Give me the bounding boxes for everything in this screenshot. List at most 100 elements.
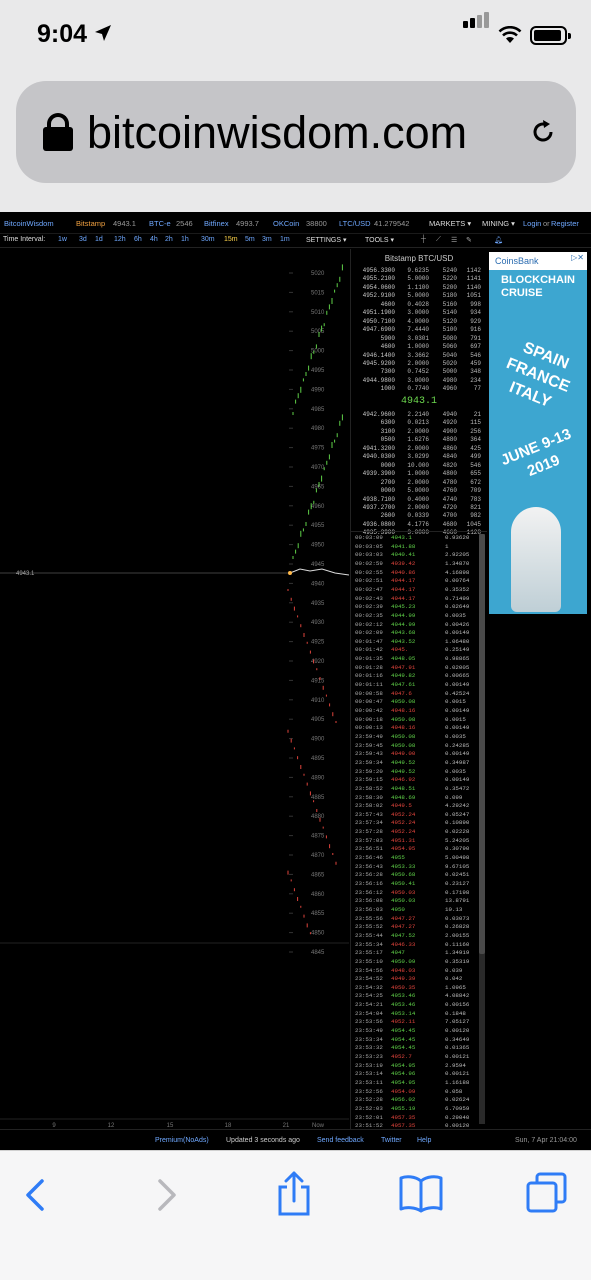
interval-6h[interactable]: 6h	[134, 236, 142, 243]
interval-12h[interactable]: 12h	[114, 236, 126, 243]
feedback-link[interactable]: Send feedback	[317, 1137, 364, 1144]
interval-5m[interactable]: 5m	[245, 236, 255, 243]
line-tool-icon[interactable]: ⟋	[436, 236, 441, 244]
trades-scrollbar-thumb[interactable]	[479, 534, 485, 954]
trade-amount: 0.00149	[445, 724, 470, 732]
y-tick-label: 4890	[311, 775, 325, 781]
exchange-ltcusd[interactable]: LTC/USD	[339, 219, 371, 228]
depth-price: 5240	[442, 267, 457, 274]
trade-row: 00:01:47 4943.52 1.06480	[351, 638, 481, 647]
trade-time: 23:56:28	[355, 871, 383, 879]
order-amount: 5.0000	[407, 292, 429, 300]
trade-amount: 0.058	[445, 1087, 463, 1095]
alert-bell-icon[interactable]: 🔔︎	[494, 236, 503, 244]
trade-amount: 0.02624	[445, 1096, 470, 1104]
trade-row: 23:53:11 4954.95 1.16188	[351, 1079, 481, 1088]
trade-history[interactable]: 00:03:09 4943.1 0.93620 00:03:05 4941.88 1 00:…	[351, 531, 487, 1129]
crosshair-icon[interactable]: ┼	[421, 236, 426, 243]
interval-4h[interactable]: 4h	[150, 236, 158, 243]
ad-dates: JUNE 9-13 2019	[498, 425, 574, 480]
exchange-bitstamp[interactable]: Bitstamp	[76, 219, 105, 228]
back-icon[interactable]	[24, 1179, 46, 1211]
depth-sum: 546	[470, 351, 481, 359]
interval-1d[interactable]: 1d	[95, 236, 103, 243]
bookmarks-icon[interactable]	[398, 1173, 444, 1213]
trade-price: 4949.39	[391, 975, 416, 983]
exchange-btce-price: 2546	[176, 219, 193, 228]
trade-row: 23:52:56 4954.09 0.058	[351, 1088, 481, 1097]
trade-amount: 13.8791	[445, 897, 470, 905]
bid-row: 4941.3200 2.0000 4860 425	[351, 445, 487, 453]
order-amount: 1.1100	[407, 283, 429, 291]
depth-sum: 459	[470, 359, 481, 367]
pen-tool-icon[interactable]: ✎	[466, 236, 472, 244]
interval-15m[interactable]: 15m	[224, 236, 238, 243]
interval-1m[interactable]: 1m	[280, 236, 290, 243]
trade-price: 4951.31	[391, 836, 416, 844]
trade-amount: 1.06480	[445, 637, 470, 645]
exchange-okcoin[interactable]: OKCoin	[273, 219, 299, 228]
y-tick-label: 4865	[311, 872, 325, 878]
share-icon[interactable]	[276, 1171, 312, 1217]
trade-amount: 4.08842	[445, 992, 470, 1000]
ask-row: 1000 0.7740 4960 77	[351, 385, 487, 393]
interval-30m[interactable]: 30m	[201, 236, 215, 243]
trade-row: 23:54:52 4949.39 0.042	[351, 975, 481, 984]
order-price: 4955.2100	[362, 275, 395, 283]
depth-sum: 916	[470, 326, 481, 334]
depth-price: 4680	[442, 520, 457, 528]
trade-row: 00:02:59 4939.42 1.34870	[351, 560, 481, 569]
interval-1h[interactable]: 1h	[181, 236, 189, 243]
trade-price: 4952.24	[391, 810, 416, 818]
or-text: or	[543, 219, 550, 228]
y-tick-label: 4875	[311, 834, 325, 840]
trade-row: 23:56:43 4953.33 9.67105	[351, 863, 481, 872]
tabs-icon[interactable]	[525, 1171, 569, 1215]
fib-tool-icon[interactable]: ☰	[451, 236, 457, 244]
trade-row: 00:00:13 4948.16 0.00149	[351, 724, 481, 733]
chart-canvas[interactable]: 5020 5015 5010 5005 5000 4995 4990 4985 4980 4975…	[0, 249, 349, 1129]
price-chart[interactable]: 5020 5015 5010 5005 5000 4995 4990 4985 4980 4975…	[0, 249, 349, 1129]
interval-3m[interactable]: 3m	[262, 236, 272, 243]
markets-menu[interactable]: MARKETS ▾	[429, 219, 471, 228]
ad-choices-icon[interactable]: ▷✕	[571, 253, 584, 262]
trade-amount: 0.23127	[445, 880, 470, 887]
forward-icon[interactable]	[156, 1179, 178, 1211]
trade-amount: 9.67105	[445, 862, 470, 870]
trade-amount: 0.05247	[445, 810, 470, 818]
premium-link[interactable]: Premium(NoAds)	[155, 1137, 209, 1144]
reload-icon[interactable]	[529, 118, 557, 146]
url-text[interactable]: bitcoinwisdom.com	[87, 107, 467, 159]
register-link[interactable]: Register	[551, 219, 579, 228]
interval-1w[interactable]: 1w	[58, 236, 67, 243]
trade-time: 23:54:32	[355, 983, 383, 991]
trade-row: 00:01:28 4947.91 0.02005	[351, 664, 481, 673]
depth-price: 4760	[442, 487, 457, 495]
settings-menu[interactable]: SETTINGS ▾	[306, 236, 346, 244]
address-bar[interactable]: bitcoinwisdom.com	[16, 81, 576, 183]
y-tick-label: 4870	[311, 853, 325, 859]
trade-amount: 0.00120	[445, 1027, 470, 1035]
twitter-link[interactable]: Twitter	[381, 1137, 402, 1144]
depth-price: 5180	[442, 292, 457, 300]
y-tick-label: 4850	[311, 931, 325, 937]
trade-time: 00:00:18	[355, 715, 383, 723]
mining-menu[interactable]: MINING ▾	[482, 219, 515, 228]
interval-3d[interactable]: 3d	[79, 236, 87, 243]
exchange-bitfinex[interactable]: Bitfinex	[204, 219, 229, 228]
exchange-btce[interactable]: BTC-e	[149, 219, 171, 228]
advertisement-banner[interactable]: CoinsBank ▷✕ BLOCKCHAIN CRUISE SPAIN FRA…	[489, 252, 587, 614]
trade-amount: 0.17198	[445, 888, 470, 896]
current-price-marker	[288, 571, 292, 575]
depth-sum: 998	[470, 300, 481, 308]
bid-row: 4940.0300 3.0299 4840 499	[351, 453, 487, 461]
tools-menu[interactable]: TOOLS ▾	[365, 236, 394, 244]
depth-sum: 929	[470, 317, 481, 325]
trade-time: 23:57:43	[355, 810, 383, 818]
trade-row: 23:52:01 4957.35 0.29040	[351, 1114, 481, 1123]
login-link[interactable]: Login	[523, 219, 541, 228]
interval-2h[interactable]: 2h	[165, 236, 173, 243]
brand-link[interactable]: BitcoinWisdom	[4, 219, 54, 228]
help-link[interactable]: Help	[417, 1137, 431, 1144]
order-book-panel: Bitstamp BTC/USD 4956.3300 9.6235 5240 1142…	[350, 249, 487, 1129]
